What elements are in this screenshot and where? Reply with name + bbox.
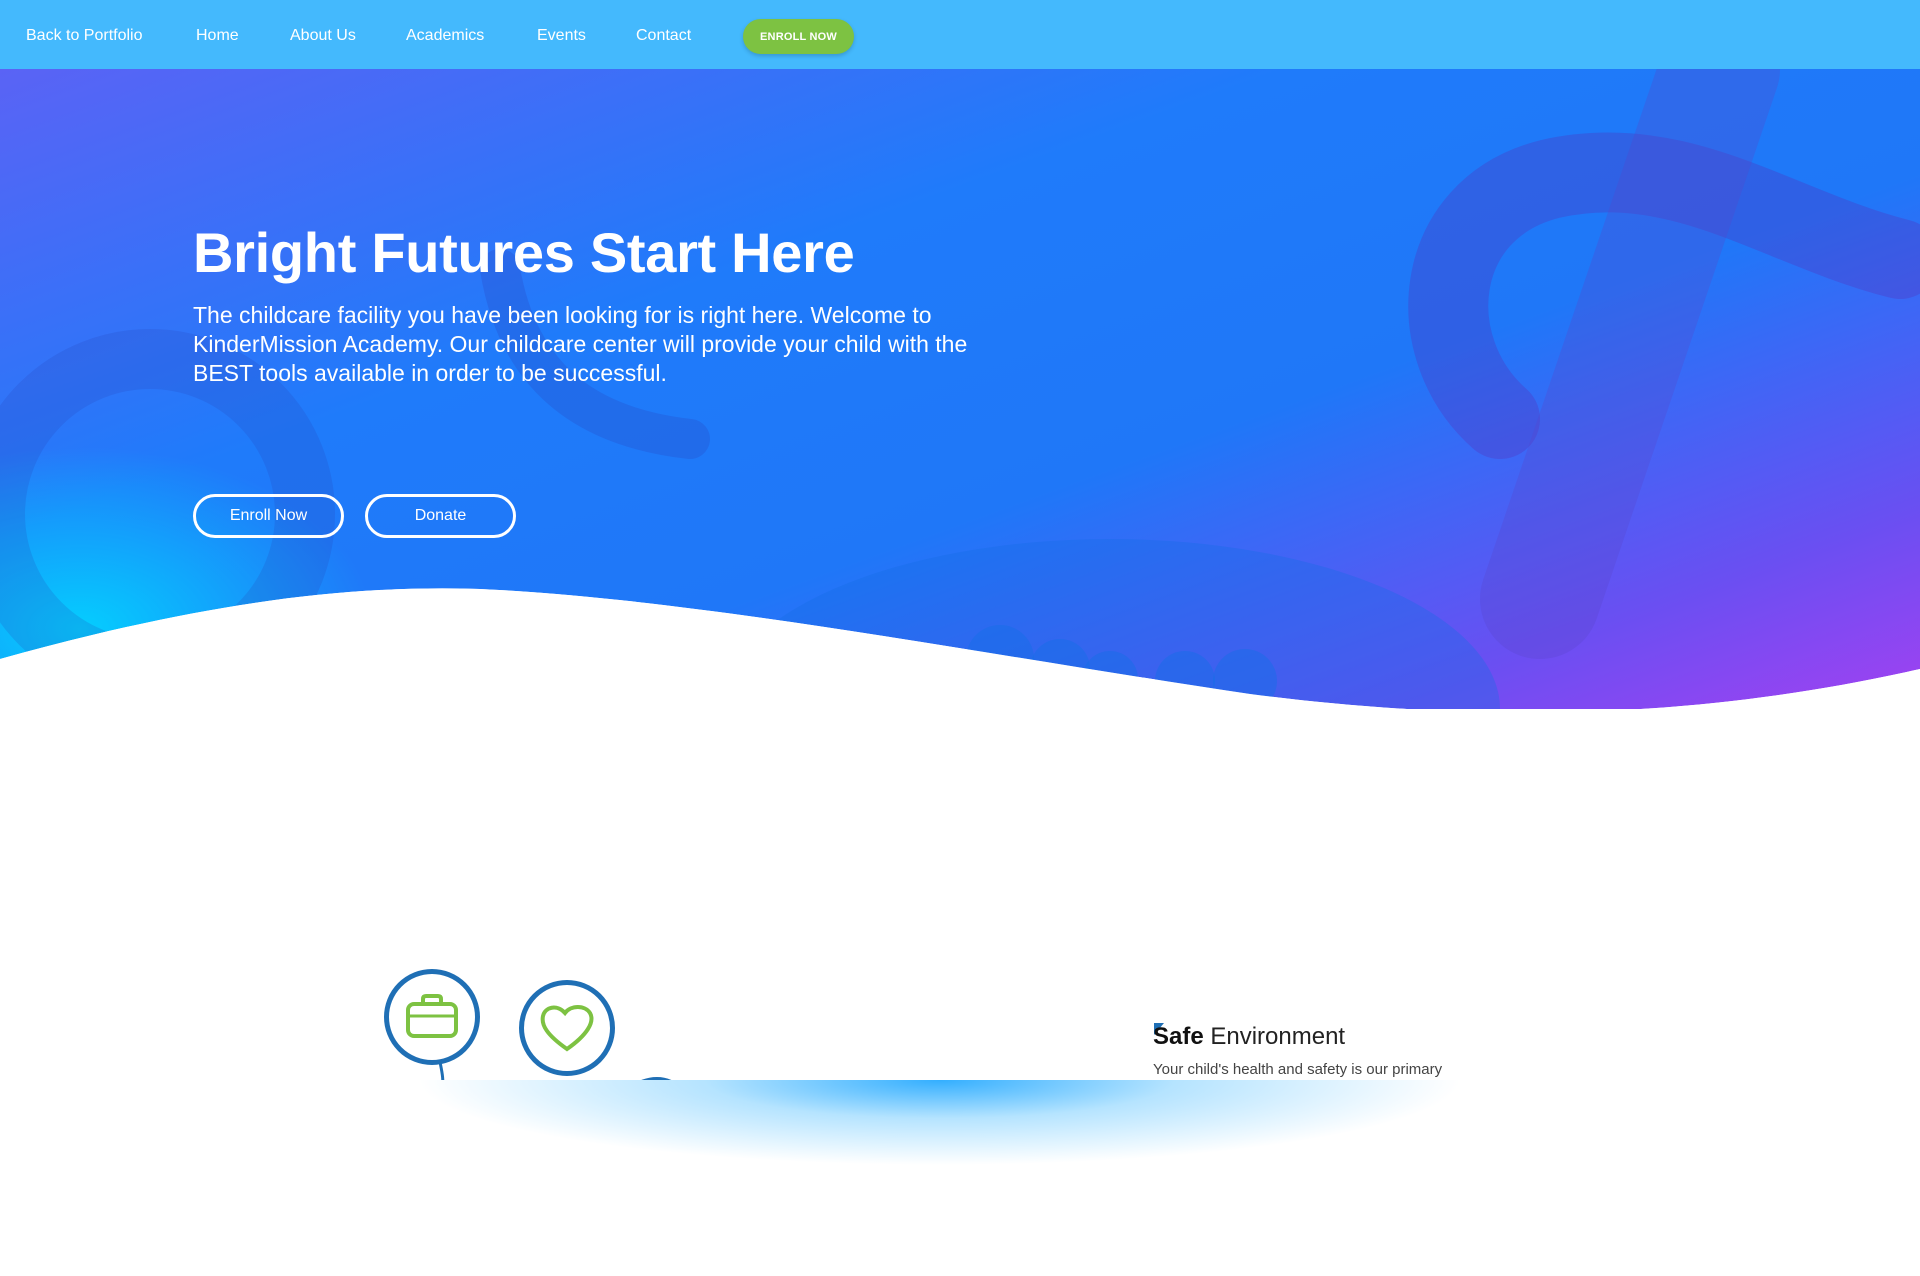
feature-title-rest: Environment xyxy=(1203,1023,1346,1050)
feature-title: Safe Environment xyxy=(1153,1022,1513,1052)
briefcase-icon xyxy=(406,994,458,1038)
nav-contact[interactable]: Contact xyxy=(636,26,691,46)
nav-back-to-portfolio[interactable]: Back to Portfolio xyxy=(26,26,143,46)
hero-section: Bright Futures Start Here The childcare … xyxy=(0,69,1920,709)
safe-environment-feature: Safe Environment Your child's health and… xyxy=(1153,1022,1513,1080)
hero-title: Bright Futures Start Here xyxy=(193,221,855,284)
nav-about-us[interactable]: About Us xyxy=(290,26,356,46)
page: Back to Portfolio Home About Us Academic… xyxy=(0,0,1920,1276)
hero-buttons: Enroll Now Donate xyxy=(193,494,516,538)
donate-button[interactable]: Donate xyxy=(365,494,516,538)
hero-decorative-shapes xyxy=(0,69,1920,709)
feature-description: Your child's health and safety is our pr… xyxy=(1153,1061,1443,1078)
hero-content: Bright Futures Start Here The childcare … xyxy=(193,221,1053,538)
hero-description: The childcare facility you have been loo… xyxy=(193,302,968,386)
briefcase-icon-circle xyxy=(384,969,480,1065)
feature-title-bold: Safe xyxy=(1153,1023,1204,1050)
nav-academics[interactable]: Academics xyxy=(406,26,484,46)
nav-enroll-now-button[interactable]: ENROLL NOW xyxy=(743,19,854,54)
top-navigation: Back to Portfolio Home About Us Academic… xyxy=(0,0,1920,69)
nav-events[interactable]: Events xyxy=(537,26,586,46)
nav-home[interactable]: Home xyxy=(196,26,239,46)
bottom-blue-glow xyxy=(290,1080,1590,1260)
heart-icon xyxy=(540,1005,594,1052)
enroll-now-button[interactable]: Enroll Now xyxy=(193,494,344,538)
